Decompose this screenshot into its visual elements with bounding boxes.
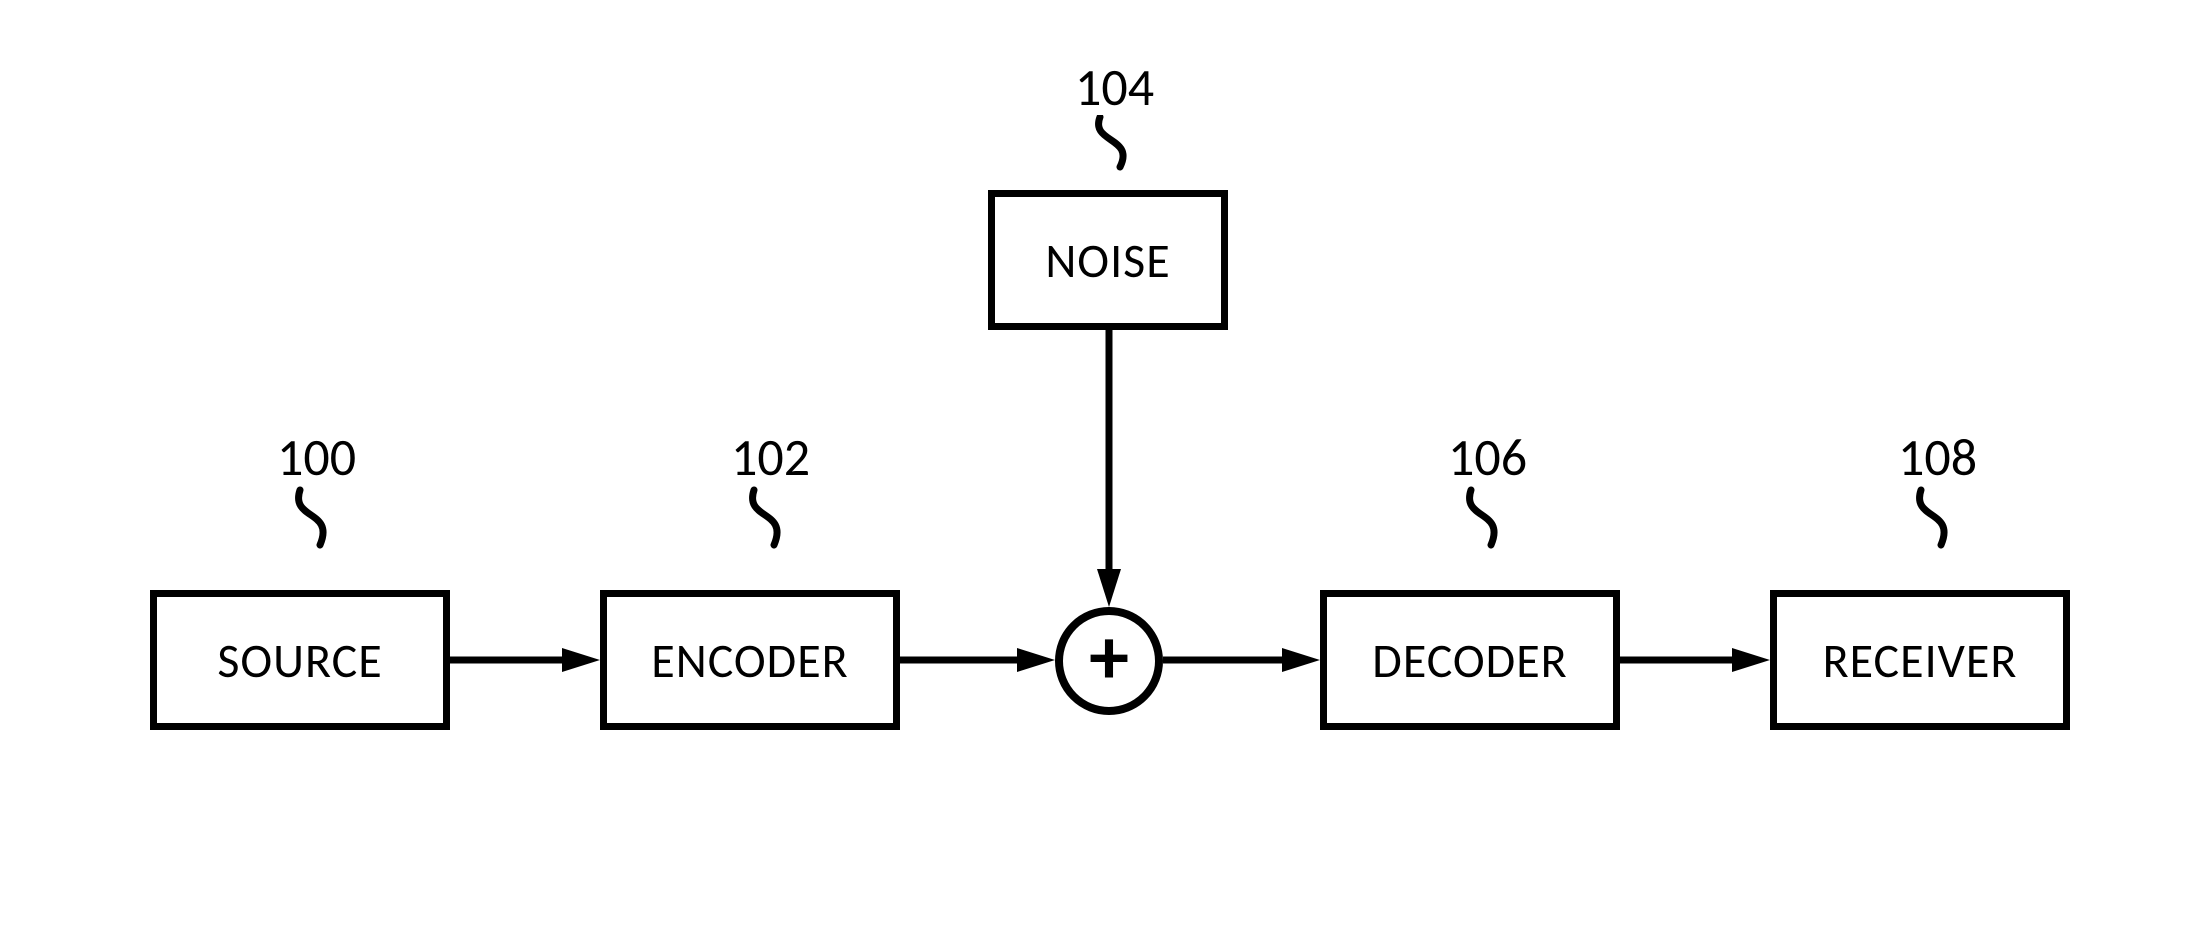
arrow-decoder-to-receiver: [1620, 648, 1770, 678]
encoder-ref-leader: [744, 485, 814, 555]
arrow-noise-to-adder: [1094, 330, 1124, 607]
adder-node: +: [1055, 607, 1163, 715]
encoder-block: ENCODER: [600, 590, 900, 730]
receiver-block-label: RECEIVER: [1823, 631, 2018, 690]
noise-ref-leader: [1090, 115, 1160, 175]
decoder-block-label: DECODER: [1372, 631, 1567, 690]
arrow-source-to-encoder: [450, 648, 600, 678]
source-block: SOURCE: [150, 590, 450, 730]
receiver-block: RECEIVER: [1770, 590, 2070, 730]
block-diagram: SOURCE 100 ENCODER 102 NOISE 104 + DECOD…: [0, 0, 2185, 930]
decoder-block: DECODER: [1320, 590, 1620, 730]
arrow-encoder-to-adder: [900, 648, 1055, 678]
noise-block: NOISE: [988, 190, 1228, 330]
noise-block-label: NOISE: [1045, 231, 1170, 290]
source-ref-label: 100: [277, 425, 356, 489]
plus-icon: +: [1089, 618, 1129, 698]
arrow-adder-to-decoder: [1163, 648, 1320, 678]
source-block-label: SOURCE: [217, 631, 382, 690]
encoder-ref-label: 102: [731, 425, 810, 489]
decoder-ref-label: 106: [1448, 425, 1527, 489]
decoder-ref-leader: [1461, 485, 1531, 555]
noise-ref-label: 104: [1075, 55, 1154, 119]
encoder-block-label: ENCODER: [651, 631, 848, 690]
receiver-ref-leader: [1911, 485, 1981, 555]
receiver-ref-label: 108: [1898, 425, 1977, 489]
source-ref-leader: [290, 485, 360, 555]
